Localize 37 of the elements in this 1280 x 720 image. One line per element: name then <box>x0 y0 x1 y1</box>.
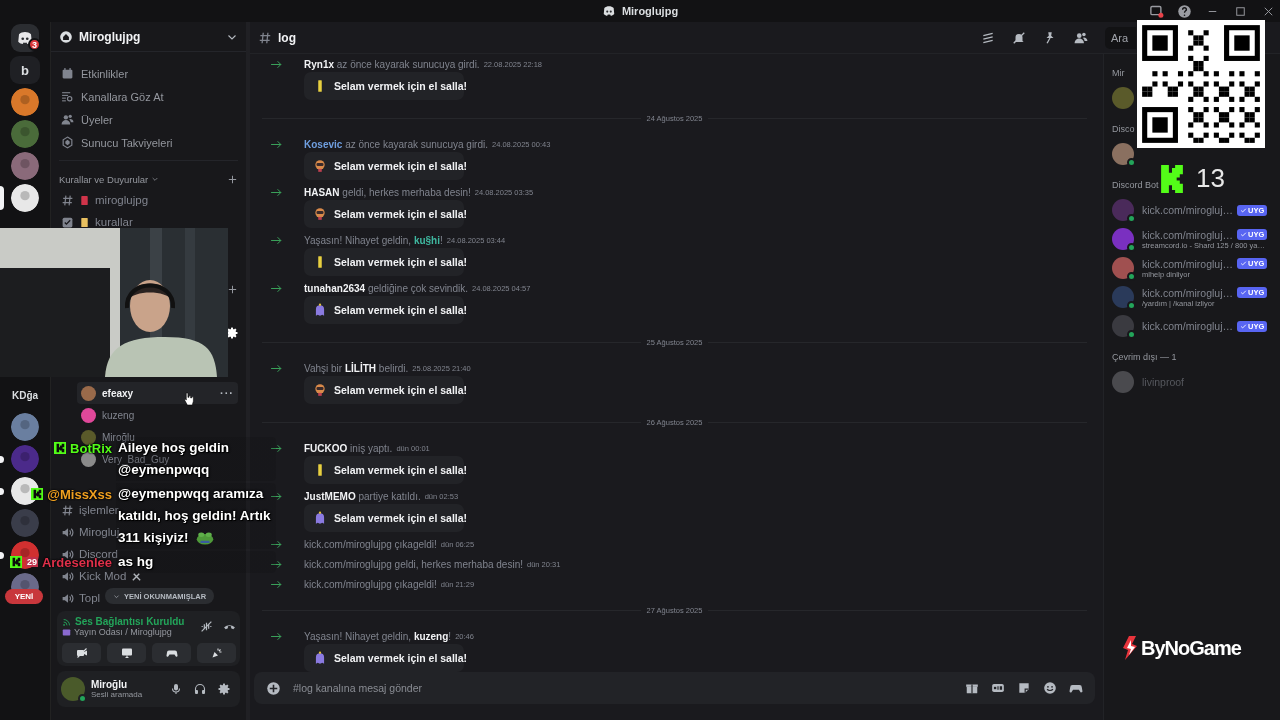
message-text: kick.com/miroglujpg çıkageldi! <box>304 538 437 550</box>
message-text: tunahan2634 geldiğine çok sevindik. <box>304 282 468 294</box>
member-group-header: Disco <box>1112 123 1136 136</box>
message-text: FUCKOO iniş yaptı. <box>304 442 393 454</box>
connection-status: Ses Bağlantısı Kuruldu <box>75 616 185 627</box>
channel-name: log <box>278 30 296 45</box>
message-text: HASAN geldi, herkes merhaba desin! <box>304 186 471 198</box>
window-title: Miroglujpg <box>621 5 679 17</box>
message-text: Yaşasın! Nihayet geldin, ku§hi! <box>304 234 443 246</box>
member-group-header: Mir <box>1112 67 1126 80</box>
chat-message: @eymenpwqq aramıza <box>118 485 264 503</box>
brand-name: ByNoGame <box>1141 636 1241 660</box>
message-text: kick.com/miroglujpg geldi, herkes merhaba desin! <box>304 558 523 570</box>
member-name: kick.com/mirogluj… <box>1142 204 1233 216</box>
chat-message: 311 kişiyiz! <box>118 530 189 547</box>
chat-message: katıldı, hoş geldin! Artık <box>118 508 271 525</box>
message-text: Yaşasın! Nihayet geldin, kuzeng! <box>304 630 452 642</box>
user-status: Sesli aramada <box>91 690 144 699</box>
message-text: Kosevic az önce kayarak sunucuya girdi. <box>304 138 488 150</box>
voice-location: Yayın Odası / Miroglujpg <box>74 627 172 637</box>
months-badge: 29 <box>25 557 38 567</box>
message-text: Vahşi bir LİLİTH belirdi. <box>304 362 409 374</box>
chat-message: as hg <box>118 553 154 571</box>
member-name: kick.com/mirogluj… <box>1142 320 1233 332</box>
message-text: kick.com/miroglujpg çıkageldi! <box>304 578 437 590</box>
chat-username: @MissXss <box>47 486 112 502</box>
username: Miroğlu <box>91 679 129 690</box>
member-name: kick.com/mirogluj… <box>1142 257 1233 270</box>
message-text: Ryn1x az önce kayarak sunucuya girdi. <box>304 58 480 70</box>
viewer-count: 13 <box>1196 163 1225 194</box>
member-group-header: Çevrim dışı — 1 <box>1112 351 1178 364</box>
message-text: JustMEMO partiye katıldı. <box>304 490 421 502</box>
chat-username: BotRix <box>70 440 112 456</box>
member-name: kick.com/mirogluj… <box>1142 228 1233 241</box>
member-name: kick.com/mirogluj… <box>1142 286 1233 299</box>
member-name: livinproof <box>1142 376 1185 388</box>
new-toast: YENİ <box>5 589 43 604</box>
